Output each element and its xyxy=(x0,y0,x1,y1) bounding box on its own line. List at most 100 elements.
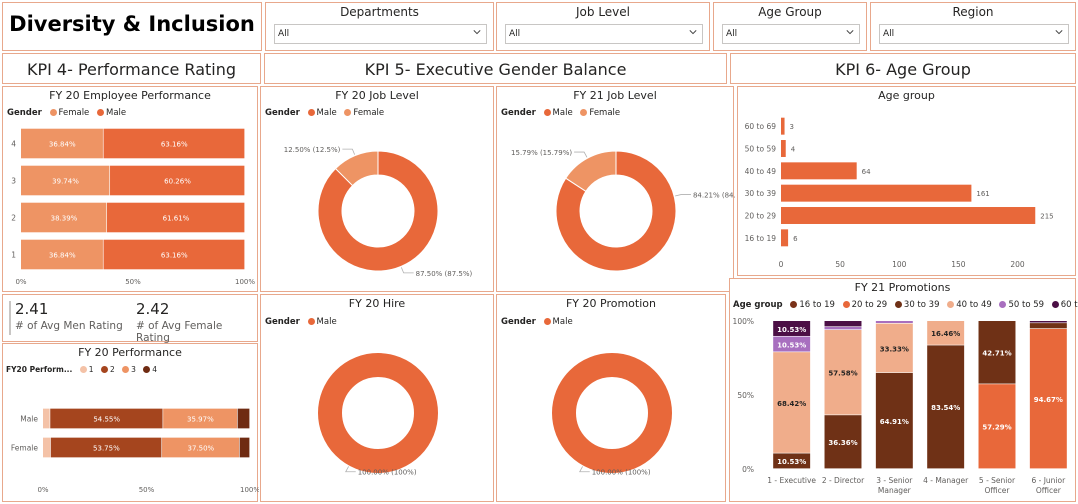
axis-tick-label: 200 xyxy=(1010,260,1025,269)
category-label: Male xyxy=(20,415,38,424)
category-label: 60 to 69 xyxy=(745,122,777,131)
slicer-region: Region All xyxy=(870,2,1076,51)
fy21-promotions-visual[interactable]: FY 21 Promotions Age group 16 to 19 20 t… xyxy=(729,278,1078,502)
dropdown-value: All xyxy=(278,29,290,39)
category-label: 1 - Executive xyxy=(767,476,816,485)
performance-chart: Male 54.55% 35.97% Female 53.75% 37.50% 0% 50% 1… xyxy=(11,408,259,494)
fy20-performance-visual[interactable]: FY 20 Performance FY20 Perform... 1 2 3 … xyxy=(2,343,259,502)
axis-tick-label: 100% xyxy=(235,278,255,286)
data-label: 15.79% (15.79%) xyxy=(511,149,572,157)
kpi5-title: KPI 5- Executive Gender Balance xyxy=(364,60,627,79)
fy20-job-level-visual[interactable]: FY 20 Job Level Gender Male Female 87.50… xyxy=(260,86,494,292)
fy21-promotions-chart: 100% 50% 0% 10.53% 68.42% 10.53% 10.53% 1 - Exe… xyxy=(733,317,1067,495)
bar-segment xyxy=(1029,323,1067,329)
data-label: 63.16% xyxy=(161,252,188,260)
axis-tick-label: 0% xyxy=(15,278,26,286)
kpi6-header: KPI 6- Age Group xyxy=(730,53,1076,84)
kpi5-header: KPI 5- Executive Gender Balance xyxy=(264,53,727,84)
data-label: 10.53% xyxy=(777,326,806,334)
category-label: 4 - Manager xyxy=(923,476,969,485)
category-label: 3 - Senior xyxy=(876,476,913,485)
axis-tick-label: 50 xyxy=(835,260,845,269)
chevron-down-icon xyxy=(689,30,697,35)
data-label: 3 xyxy=(790,123,794,131)
dropdown-value: All xyxy=(509,29,521,39)
category-label: Manager xyxy=(878,486,912,495)
kpi4-title: KPI 4- Performance Rating xyxy=(26,60,237,79)
page-title: Diversity & Inclusion xyxy=(9,12,255,36)
slicer-job-level: Job Level All xyxy=(496,2,710,51)
slicer-departments: Departments All xyxy=(265,2,494,51)
data-label: 10.53% xyxy=(777,458,806,466)
bar-segment xyxy=(824,327,862,330)
data-label: 94.67% xyxy=(1034,396,1063,404)
slicer-label: Job Level xyxy=(576,5,630,19)
region-dropdown[interactable]: All xyxy=(879,24,1069,44)
data-label: 215 xyxy=(1040,213,1053,221)
category-label: Female xyxy=(11,444,39,453)
category-label: 2 - Director xyxy=(822,476,865,485)
bar xyxy=(781,229,789,247)
bar xyxy=(781,184,972,202)
bar-segment xyxy=(875,321,913,324)
data-label: 100.00% (100%) xyxy=(358,469,417,477)
data-label: 64.91% xyxy=(880,418,909,426)
data-label: 6 xyxy=(793,235,798,243)
category-label: 50 to 59 xyxy=(745,145,777,154)
fy21-job-level-donut: 84.21% (84.21%) 15.79% (15.79%) xyxy=(511,149,735,272)
data-label: 38.39% xyxy=(51,215,78,223)
category-label: 20 to 29 xyxy=(745,212,777,221)
data-label: 33.33% xyxy=(880,345,909,353)
chevron-down-icon xyxy=(473,30,481,35)
kpi4-header: KPI 4- Performance Rating xyxy=(2,53,261,84)
data-label: 53.75% xyxy=(93,445,120,453)
fy20-promotion-donut: 100.00% (100%) xyxy=(552,353,672,477)
data-label: 39.74% xyxy=(52,178,79,186)
age-group-dropdown[interactable]: All xyxy=(722,24,860,44)
age-group-visual[interactable]: Age group 60 to 69 3 50 to 59 4 40 to 49 64 30… xyxy=(737,86,1076,276)
dropdown-value: All xyxy=(883,29,895,39)
slicer-label: Departments xyxy=(340,5,419,19)
avg-female-rating-label: # of Avg Female Rating xyxy=(136,320,223,344)
axis-tick-label: 0% xyxy=(37,486,48,494)
avg-men-rating-label: # of Avg Men Rating xyxy=(15,320,123,332)
data-label: 61.61% xyxy=(163,215,190,223)
data-label: 37.50% xyxy=(187,445,214,453)
axis-tick-label: 50% xyxy=(139,486,155,494)
category-label: Officer xyxy=(985,486,1011,495)
category-label: 4 xyxy=(11,140,16,149)
fy20-employee-performance-visual[interactable]: FY 20 Employee Performance Gender Female… xyxy=(2,86,258,292)
leader-line xyxy=(342,148,356,155)
axis-tick-label: 100% xyxy=(240,486,259,494)
data-label: 35.97% xyxy=(187,416,214,424)
data-label: 68.42% xyxy=(777,400,806,408)
data-label: 60.26% xyxy=(164,178,191,186)
bar-segment xyxy=(1029,321,1067,323)
axis-tick-label: 50% xyxy=(125,278,141,286)
data-label: 64 xyxy=(862,168,871,176)
data-label: 100.00% (100%) xyxy=(592,469,651,477)
departments-dropdown[interactable]: All xyxy=(274,24,487,44)
fy20-promotion-visual[interactable]: FY 20 Promotion Gender Male 100.00% (100… xyxy=(496,294,726,502)
data-label: 42.71% xyxy=(982,350,1011,358)
leader-line xyxy=(574,151,588,158)
data-label: 16.46% xyxy=(931,330,960,338)
axis-tick-label: 150 xyxy=(951,260,966,269)
job-level-dropdown[interactable]: All xyxy=(505,24,703,44)
fy21-job-level-visual[interactable]: FY 21 Job Level Gender Male Female 84.21… xyxy=(496,86,735,292)
data-label: 57.29% xyxy=(982,424,1011,432)
data-label: 36.36% xyxy=(828,439,857,447)
axis-tick-label: 100 xyxy=(892,260,907,269)
age-group-chart: 60 to 69 3 50 to 59 4 40 to 49 64 30 to 39 161 2… xyxy=(745,117,1054,269)
slicer-label: Region xyxy=(952,5,994,19)
bar xyxy=(781,207,1036,224)
fy20-hire-visual[interactable]: FY 20 Hire Gender Male 100.00% (100%) xyxy=(260,294,494,502)
slicer-age-group: Age Group All xyxy=(713,2,867,51)
data-label: 57.58% xyxy=(828,370,857,378)
data-label: 83.54% xyxy=(931,404,960,412)
category-label: 16 to 19 xyxy=(745,234,777,243)
leader-line xyxy=(675,194,691,197)
category-label: 1 xyxy=(11,251,16,260)
category-label: Officer xyxy=(1036,486,1062,495)
data-label: 12.50% (12.5%) xyxy=(284,146,341,154)
